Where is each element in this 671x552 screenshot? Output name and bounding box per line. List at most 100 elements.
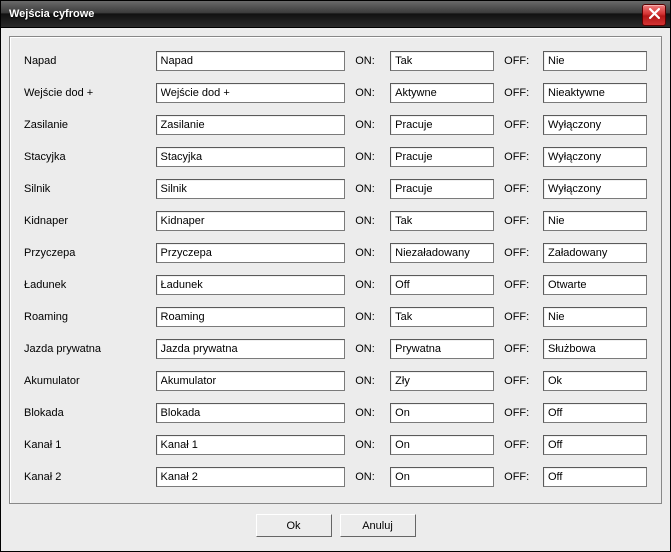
row-label: Jazda prywatna (24, 343, 150, 355)
row-label: Wejście dod + (24, 87, 150, 99)
row-on-input[interactable] (390, 435, 494, 455)
off-label: OFF: (504, 55, 537, 67)
row-off-input[interactable] (543, 403, 647, 423)
input-row: Wejście dod + ON: OFF: (24, 83, 647, 103)
cancel-button[interactable]: Anuluj (340, 514, 416, 537)
row-on-input[interactable] (390, 243, 494, 263)
row-label: Przyczepa (24, 247, 150, 259)
row-label: Kanał 1 (24, 439, 150, 451)
ok-button[interactable]: Ok (256, 514, 332, 537)
on-label: ON: (355, 183, 384, 195)
on-label: ON: (355, 343, 384, 355)
on-label: ON: (355, 279, 384, 291)
row-name-input[interactable] (156, 147, 346, 167)
input-row: Roaming ON: OFF: (24, 307, 647, 327)
row-name-input[interactable] (156, 243, 346, 263)
input-row: StacyjkaON:OFF: (24, 147, 647, 167)
input-row: KidnaperON:OFF: (24, 211, 647, 231)
row-off-input[interactable] (543, 83, 647, 103)
off-label: OFF: (504, 247, 537, 259)
row-on-input[interactable] (390, 51, 494, 71)
close-button[interactable] (642, 4, 666, 26)
row-name-input[interactable] (156, 403, 346, 423)
inputs-panel: NapadON:OFF:Wejście dod +ON:OFF:Zasilani… (9, 36, 662, 504)
off-label: OFF: (504, 119, 537, 131)
row-off-input[interactable] (543, 211, 647, 231)
row-name-input[interactable] (156, 275, 346, 295)
row-off-input[interactable] (543, 307, 647, 327)
row-off-input[interactable] (543, 275, 647, 295)
on-label: ON: (355, 151, 384, 163)
row-label: Roaming (24, 311, 150, 323)
row-on-input[interactable] (390, 371, 494, 391)
row-label: Silnik (24, 183, 150, 195)
off-label: OFF: (504, 407, 537, 419)
dialog-window: Wejścia cyfrowe NapadON:OFF: Wejście dod … (0, 0, 671, 552)
row-name-input[interactable] (156, 339, 346, 359)
input-row: Jazda prywatna ON: OFF: (24, 339, 647, 359)
row-off-input[interactable] (543, 371, 647, 391)
row-off-input[interactable] (543, 51, 647, 71)
input-row: NapadON:OFF: (24, 51, 647, 71)
off-label: OFF: (504, 215, 537, 227)
row-label: Ładunek (24, 279, 150, 291)
input-row: Kanał 2 ON: OFF: (24, 467, 647, 487)
row-name-input[interactable] (156, 51, 346, 71)
row-on-input[interactable] (390, 275, 494, 295)
row-off-input[interactable] (543, 435, 647, 455)
row-off-input[interactable] (543, 243, 647, 263)
row-name-input[interactable] (156, 371, 346, 391)
on-label: ON: (355, 247, 384, 259)
row-name-input[interactable] (156, 179, 346, 199)
off-label: OFF: (504, 343, 537, 355)
row-on-input[interactable] (390, 211, 494, 231)
titlebar: Wejścia cyfrowe (1, 1, 670, 28)
row-label: Stacyjka (24, 151, 150, 163)
on-label: ON: (355, 407, 384, 419)
input-row: Kanał 1 ON: OFF: (24, 435, 647, 455)
row-on-input[interactable] (390, 115, 494, 135)
row-off-input[interactable] (543, 339, 647, 359)
off-label: OFF: (504, 311, 537, 323)
button-bar: Ok Anuluj (9, 504, 662, 543)
off-label: OFF: (504, 471, 537, 483)
client-area: NapadON:OFF:Wejście dod +ON:OFF:Zasilani… (1, 28, 670, 551)
row-on-input[interactable] (390, 339, 494, 359)
input-row: ZasilanieON:OFF: (24, 115, 647, 135)
row-name-input[interactable] (156, 83, 346, 103)
on-label: ON: (355, 311, 384, 323)
row-on-input[interactable] (390, 147, 494, 167)
off-label: OFF: (504, 279, 537, 291)
row-name-input[interactable] (156, 435, 346, 455)
row-label: Blokada (24, 407, 150, 419)
row-on-input[interactable] (390, 83, 494, 103)
input-row: Blokada ON: OFF: (24, 403, 647, 423)
off-label: OFF: (504, 183, 537, 195)
off-label: OFF: (504, 439, 537, 451)
row-name-input[interactable] (156, 307, 346, 327)
row-name-input[interactable] (156, 467, 346, 487)
row-name-input[interactable] (156, 211, 346, 231)
row-off-input[interactable] (543, 179, 647, 199)
row-on-input[interactable] (390, 307, 494, 327)
row-off-input[interactable] (543, 115, 647, 135)
row-on-input[interactable] (390, 467, 494, 487)
input-row: Silnik ON: OFF: (24, 179, 647, 199)
input-row: Ładunek ON: OFF: (24, 275, 647, 295)
row-on-input[interactable] (390, 403, 494, 423)
off-label: OFF: (504, 375, 537, 387)
on-label: ON: (355, 87, 384, 99)
input-row: Przyczepa ON: OFF: (24, 243, 647, 263)
close-icon (649, 8, 660, 22)
row-off-input[interactable] (543, 147, 647, 167)
row-label: Zasilanie (24, 119, 150, 131)
on-label: ON: (355, 439, 384, 451)
row-on-input[interactable] (390, 179, 494, 199)
off-label: OFF: (504, 87, 537, 99)
row-label: Akumulator (24, 375, 150, 387)
row-label: Kanał 2 (24, 471, 150, 483)
on-label: ON: (355, 215, 384, 227)
on-label: ON: (355, 471, 384, 483)
row-off-input[interactable] (543, 467, 647, 487)
row-name-input[interactable] (156, 115, 346, 135)
